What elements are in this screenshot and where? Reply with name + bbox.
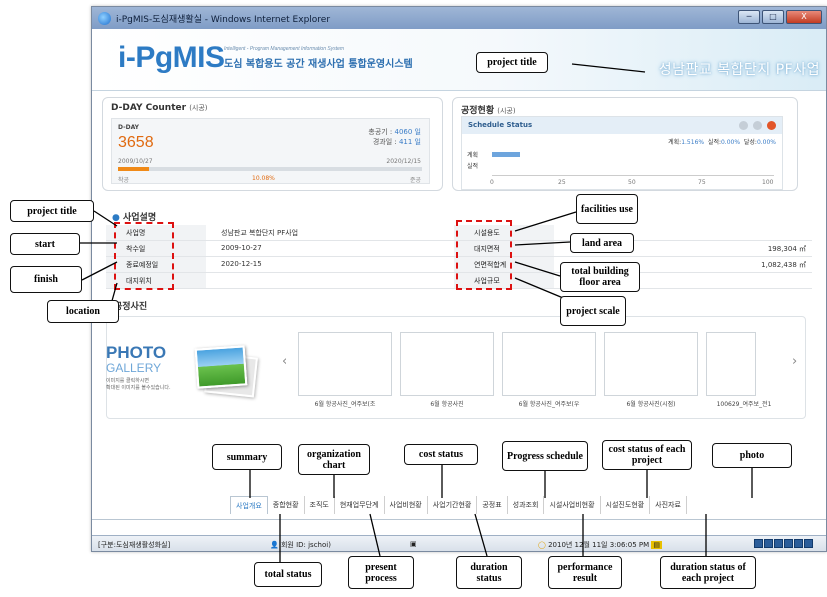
callout-summary: summary [212, 444, 282, 470]
callout-start: start [10, 233, 80, 255]
callout-facilities-use: facilities use [576, 194, 638, 224]
callout-cost-status: cost status [404, 444, 478, 465]
callout-total-floor-area: total building floor area [560, 262, 640, 292]
callout-photo: photo [712, 443, 792, 468]
callout-project-title-left: project title [10, 200, 94, 222]
callout-duration-status: duration status [456, 556, 522, 589]
callout-lines [80, 63, 753, 562]
callout-performance-result: performance result [548, 556, 622, 589]
callout-organization-chart: organization chart [298, 444, 370, 475]
callout-duration-each-project: duration status of each project [660, 556, 756, 589]
callout-cost-each-project: cost status of each project [602, 440, 692, 470]
figure-stage: i-PgMIS-도심재생활실 - Windows Internet Explor… [0, 0, 827, 597]
callout-project-title-top: project title [476, 52, 548, 73]
callout-progress-schedule: Progress schedule [502, 441, 588, 471]
callout-location: location [47, 300, 119, 323]
callout-land-area: land area [570, 233, 634, 253]
callout-present-process: present process [348, 556, 414, 589]
callout-finish: finish [10, 266, 82, 293]
callout-project-scale: project scale [560, 296, 626, 326]
callout-total-status: total status [254, 562, 322, 587]
